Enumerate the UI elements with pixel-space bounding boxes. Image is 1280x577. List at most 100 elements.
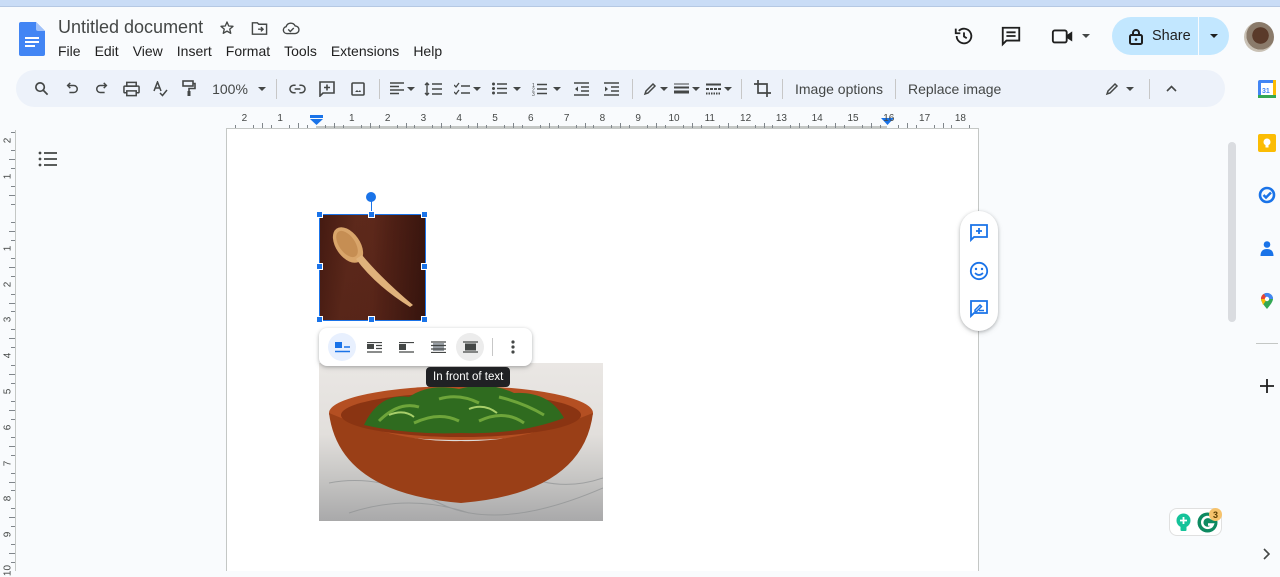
ruler-label: 1 bbox=[349, 113, 355, 124]
move-to-folder-icon[interactable] bbox=[250, 19, 268, 37]
menu-view[interactable]: View bbox=[133, 43, 170, 59]
ruler-label: 1 bbox=[2, 173, 14, 180]
border-color-icon[interactable] bbox=[639, 75, 671, 103]
document-title[interactable]: Untitled document bbox=[58, 17, 203, 38]
more-options-button[interactable] bbox=[499, 333, 527, 361]
ruler-tick bbox=[879, 125, 881, 128]
share-dropdown-button[interactable] bbox=[1199, 34, 1229, 38]
vertical-ruler[interactable]: 2 1 1 2 3 4 5 6 7 8 9 10 bbox=[0, 130, 16, 576]
ruler-label: 7 bbox=[563, 113, 570, 124]
grammarly-bulb-icon[interactable] bbox=[1175, 513, 1192, 532]
image-options-label: Image options bbox=[795, 80, 883, 97]
print-icon[interactable] bbox=[116, 75, 146, 103]
meet-dropdown-caret[interactable] bbox=[1081, 34, 1090, 38]
suggest-edits-icon[interactable] bbox=[969, 299, 989, 319]
avatar[interactable] bbox=[1244, 22, 1274, 52]
editing-mode-button[interactable] bbox=[1099, 75, 1139, 103]
add-comment-icon[interactable] bbox=[969, 223, 989, 243]
redo-icon[interactable] bbox=[88, 75, 116, 103]
horizontal-ruler[interactable]: 2 1 1 2 3 4 5 6 7 8 9 10 11 12 13 14 15 16 17 18 bbox=[226, 112, 979, 129]
paint-format-icon[interactable] bbox=[174, 75, 204, 103]
ruler-tick bbox=[11, 275, 15, 277]
in-line-icon bbox=[334, 341, 350, 352]
ruler-tick bbox=[942, 123, 944, 128]
comments-icon[interactable] bbox=[993, 18, 1029, 54]
menu-help[interactable]: Help bbox=[413, 43, 449, 59]
document-outline-icon[interactable] bbox=[38, 151, 58, 169]
bulleted-list-icon[interactable] bbox=[486, 75, 526, 103]
image-wrap-toolbar bbox=[319, 328, 532, 366]
docs-logo-icon[interactable] bbox=[19, 22, 45, 56]
line-spacing-icon[interactable] bbox=[418, 75, 448, 103]
contacts-icon[interactable] bbox=[1258, 240, 1276, 258]
border-weight-icon[interactable] bbox=[671, 75, 703, 103]
behind-text-button[interactable] bbox=[424, 333, 452, 361]
resize-handle-bottom[interactable] bbox=[368, 316, 375, 323]
tasks-icon[interactable] bbox=[1258, 186, 1276, 204]
add-emoji-reaction-icon[interactable] bbox=[969, 261, 989, 281]
wrap-text-button[interactable] bbox=[360, 333, 388, 361]
border-dash-icon[interactable] bbox=[703, 75, 735, 103]
break-text-button[interactable] bbox=[392, 333, 420, 361]
resize-handle-top[interactable] bbox=[368, 211, 375, 218]
ruler-label: 9 bbox=[2, 531, 14, 538]
undo-icon[interactable] bbox=[56, 75, 88, 103]
version-history-icon[interactable] bbox=[946, 18, 982, 54]
vertical-scrollbar[interactable] bbox=[1228, 142, 1236, 322]
ruler-tick bbox=[9, 159, 15, 161]
wrap-in-line-button[interactable] bbox=[328, 333, 356, 361]
zoom-select[interactable]: 100% bbox=[208, 75, 270, 103]
side-panel-divider bbox=[1256, 343, 1278, 344]
chevron-down-icon bbox=[472, 86, 481, 91]
increase-indent-icon[interactable] bbox=[596, 75, 626, 103]
insert-image-icon[interactable] bbox=[343, 75, 373, 103]
ruler-tick bbox=[844, 125, 846, 128]
insert-link-icon[interactable] bbox=[283, 75, 311, 103]
menu-format[interactable]: Format bbox=[226, 43, 277, 59]
meet-icon[interactable] bbox=[1046, 18, 1094, 54]
decrease-indent-icon[interactable] bbox=[566, 75, 596, 103]
ruler-tick bbox=[933, 125, 935, 128]
resize-handle-top-right[interactable] bbox=[421, 211, 428, 218]
menu-insert[interactable]: Insert bbox=[177, 43, 219, 59]
image-options-button[interactable]: Image options bbox=[789, 75, 889, 103]
numbered-list-icon[interactable]: 123 bbox=[526, 75, 566, 103]
ruler-label: 18 bbox=[954, 113, 966, 124]
keep-icon[interactable] bbox=[1258, 134, 1276, 152]
add-addon-icon[interactable] bbox=[1258, 377, 1276, 395]
checklist-icon[interactable] bbox=[448, 75, 486, 103]
menu-extensions[interactable]: Extensions bbox=[331, 43, 406, 59]
resize-handle-top-left[interactable] bbox=[316, 211, 323, 218]
left-indent-marker[interactable] bbox=[310, 115, 323, 125]
search-menus-icon[interactable] bbox=[30, 75, 52, 103]
ruler-tick bbox=[575, 125, 577, 128]
spelling-check-icon[interactable] bbox=[146, 75, 174, 103]
ruler-tick bbox=[9, 302, 15, 304]
star-icon[interactable] bbox=[218, 19, 236, 37]
rotate-handle[interactable] bbox=[366, 192, 376, 202]
add-comment-toolbar-icon[interactable] bbox=[311, 75, 343, 103]
ruler-tick bbox=[360, 125, 362, 128]
replace-image-button[interactable]: Replace image bbox=[902, 75, 1007, 103]
break-text-icon bbox=[398, 341, 414, 353]
maps-icon[interactable] bbox=[1258, 292, 1276, 310]
align-left-icon[interactable] bbox=[386, 75, 418, 103]
chevron-down-icon bbox=[692, 86, 700, 91]
resize-handle-bottom-right[interactable] bbox=[421, 316, 428, 323]
resize-handle-right[interactable] bbox=[421, 263, 428, 270]
menu-edit[interactable]: Edit bbox=[95, 43, 126, 59]
share-button[interactable]: Share bbox=[1112, 17, 1198, 55]
in-front-of-text-button[interactable] bbox=[456, 333, 484, 361]
ruler-tick bbox=[11, 508, 15, 510]
hide-menus-icon[interactable] bbox=[1156, 75, 1186, 103]
crop-image-icon[interactable] bbox=[748, 75, 776, 103]
resize-handle-bottom-left[interactable] bbox=[316, 316, 323, 323]
menu-tools[interactable]: Tools bbox=[284, 43, 324, 59]
expand-side-panel-icon[interactable] bbox=[1262, 547, 1271, 563]
ruler-tick bbox=[897, 125, 899, 128]
calendar-icon[interactable]: 31 bbox=[1258, 80, 1276, 98]
ruler-tick bbox=[9, 266, 15, 268]
resize-handle-left[interactable] bbox=[316, 263, 323, 270]
cloud-saved-icon[interactable] bbox=[282, 19, 300, 37]
menu-file[interactable]: File bbox=[58, 43, 88, 59]
